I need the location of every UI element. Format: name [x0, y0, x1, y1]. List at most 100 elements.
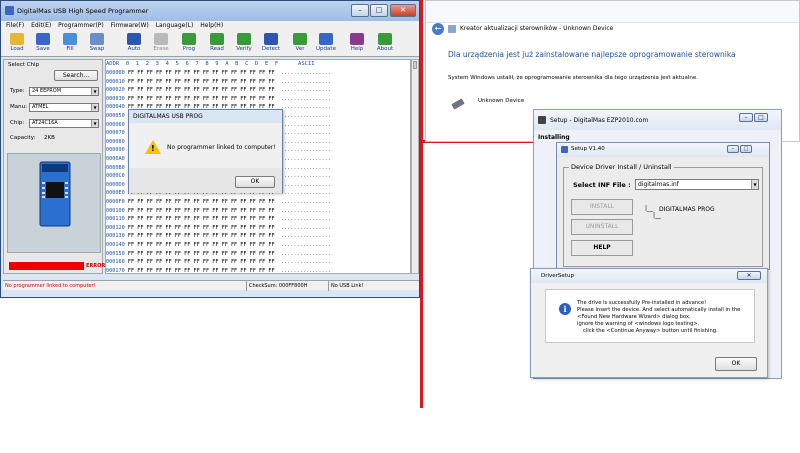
usb-status: No USB Link! [331, 283, 364, 289]
capacity-label: Capacity: [10, 135, 36, 141]
inf-file-select[interactable]: digitalmas.inf ▼ [635, 179, 759, 190]
hex-row[interactable]: 000020 FF FF FF FF FF FF FF FF FF FF FF … [106, 86, 331, 94]
warning-mark: ! [151, 144, 155, 153]
back-arrow-icon[interactable]: ← [432, 23, 444, 35]
hex-row[interactable]: 000000 FF FF FF FF FF FF FF FF FF FF FF … [106, 69, 331, 77]
hex-row[interactable]: 000030 FF FF FF FF FF FF FF FF FF FF FF … [106, 95, 331, 103]
toolbar-label: Swap [89, 46, 105, 52]
manu-select[interactable]: ATMEL ▼ [29, 103, 99, 112]
toolbar-save-button[interactable]: Save [31, 33, 55, 52]
hex-row[interactable]: 000120 FF FF FF FF FF FF FF FF FF FF FF … [106, 224, 331, 232]
driver-setup-title: DriverSetup [541, 273, 574, 279]
chevron-down-icon: ▼ [91, 104, 98, 111]
hex-ascii: ................ [280, 190, 331, 197]
hex-address: 000110 [106, 216, 125, 223]
minimize-button[interactable]: – [351, 4, 369, 17]
setup-v140-maximize-button[interactable]: □ [740, 145, 752, 153]
hex-row[interactable]: 000140 FF FF FF FF FF FF FF FF FF FF FF … [106, 241, 331, 249]
hex-bytes: FF FF FF FF FF FF FF FF FF FF FF FF FF F… [127, 233, 275, 240]
status-message: No programmer linked to computer! [3, 281, 247, 291]
hex-ascii: ................ [280, 95, 331, 102]
hex-bytes: FF FF FF FF FF FF FF FF FF FF FF FF FF F… [127, 216, 275, 223]
auto-icon [127, 33, 141, 45]
hex-ascii: ................ [280, 242, 331, 248]
toolbar-label: Erase [153, 46, 169, 52]
hex-ascii: ................ [280, 130, 331, 137]
hex-address: 000170 [106, 267, 125, 274]
setup-v140-minimize-button[interactable]: – [727, 145, 739, 153]
setup-icon [538, 116, 546, 124]
error-indicator [9, 262, 84, 270]
hex-address: 000090 [106, 147, 125, 154]
hex-ascii: ................ [280, 173, 331, 180]
menu-firmware[interactable]: Firmware(W) [111, 21, 149, 31]
menu-file[interactable]: File(F) [6, 21, 24, 31]
toolbar-fill-button[interactable]: Fill [58, 33, 82, 52]
error-ok-button[interactable]: OK [235, 176, 275, 188]
chevron-down-icon: ▼ [91, 88, 98, 95]
driver-setup-line: The drive is successfully Pre-installed … [577, 300, 707, 306]
programmer-statusbar: No programmer linked to computer! CheckS… [3, 280, 419, 291]
toolbar-detect-button[interactable]: Detect [259, 33, 283, 52]
setup-v140-title: Setup V1.40 [571, 146, 605, 152]
toolbar-read-button[interactable]: Read [205, 33, 229, 52]
toolbar-update-button[interactable]: Update [314, 33, 338, 52]
toolbar-about-button[interactable]: About [373, 33, 397, 52]
hex-row[interactable]: 000010 FF FF FF FF FF FF FF FF FF FF FF … [106, 78, 331, 86]
menu-programmer[interactable]: Programmer(P) [58, 21, 104, 31]
hex-row[interactable]: 000100 FF FF FF FF FF FF FF FF FF FF FF … [106, 207, 331, 215]
programmer-menubar: File(F) Edit(E) Programmer(P) Firmware(W… [1, 21, 419, 31]
error-dialog-title[interactable]: DIGITALMAS USB PROG [129, 110, 282, 123]
uninstall-button[interactable]: UNINSTALL [571, 219, 633, 235]
tree-item[interactable]: DIGITALMAS PROG [659, 206, 715, 213]
toolbar-ver-button[interactable]: Ver [288, 33, 312, 52]
install-button[interactable]: INSTALL [571, 199, 633, 215]
floppy-icon [36, 33, 50, 45]
menu-help[interactable]: Help(H) [200, 21, 223, 31]
toolbar-erase-button[interactable]: Erase [149, 33, 173, 52]
driver-setup-close-button[interactable]: ✕ [737, 271, 761, 280]
chip-select[interactable]: AT24C16A ▼ [29, 119, 99, 128]
type-select[interactable]: 24 EEPROM ▼ [29, 87, 99, 96]
toolbar-verify-button[interactable]: Verify [232, 33, 256, 52]
manu-value: ATMEL [32, 104, 49, 110]
device-name: Unknown Device [478, 98, 525, 104]
close-button[interactable]: ✕ [390, 4, 416, 17]
hex-row[interactable]: 0000F0 FF FF FF FF FF FF FF FF FF FF FF … [106, 198, 331, 206]
chip-select-panel: Select Chip Search... Type: 24 EEPROM ▼ M… [3, 59, 103, 274]
driver-setup-line: <Found New Hardware Wizard> dialog box, [577, 314, 691, 320]
hex-row[interactable]: 000110 FF FF FF FF FF FF FF FF FF FF FF … [106, 215, 331, 223]
toolbar-help-button[interactable]: Help [345, 33, 369, 52]
toolbar-label: Verify [236, 46, 252, 52]
toolbar-prog-button[interactable]: Prog [177, 33, 201, 52]
hex-row[interactable]: 000170 FF FF FF FF FF FF FF FF FF FF FF … [106, 267, 331, 274]
hex-ascii: ................ [280, 207, 331, 214]
hex-scrollbar[interactable] [411, 59, 419, 274]
prog-icon [182, 33, 196, 45]
hex-ascii: ................ [280, 199, 331, 205]
hex-ascii: ................ [280, 216, 331, 223]
hex-ascii: ................ [280, 224, 331, 231]
setup-maximize-button[interactable]: □ [754, 113, 768, 122]
driver-setup-ok-button[interactable]: OK [715, 357, 757, 371]
toolbar-swap-button[interactable]: Swap [85, 33, 109, 52]
hex-row[interactable]: 000130 FF FF FF FF FF FF FF FF FF FF FF … [106, 232, 331, 240]
toolbar-auto-button[interactable]: Auto [122, 33, 146, 52]
help-button[interactable]: HELP [571, 240, 633, 256]
toolbar-label: Read [210, 46, 224, 52]
programmer-titlebar[interactable]: DigitalMas USB High Speed Programmer – □… [1, 1, 419, 21]
hex-row[interactable]: 000150 FF FF FF FF FF FF FF FF FF FF FF … [106, 250, 331, 258]
hex-ascii: ................ [280, 181, 331, 188]
info-icon: i [559, 303, 571, 315]
hex-row[interactable]: 000160 FF FF FF FF FF FF FF FF FF FF FF … [106, 258, 331, 266]
select-chip-label: Select Chip [8, 62, 40, 68]
toolbar-load-button[interactable]: Load [5, 33, 29, 52]
hex-bytes: FF FF FF FF FF FF FF FF FF FF FF FF FF F… [127, 224, 275, 231]
menu-language[interactable]: Language(L) [156, 21, 194, 31]
maximize-button[interactable]: □ [370, 4, 388, 17]
menu-edit[interactable]: Edit(E) [31, 21, 51, 31]
error-label: ERROR [86, 263, 106, 269]
setup-minimize-button[interactable]: – [739, 113, 753, 122]
hex-ascii: ................ [280, 104, 331, 111]
search-button[interactable]: Search... [54, 70, 98, 81]
